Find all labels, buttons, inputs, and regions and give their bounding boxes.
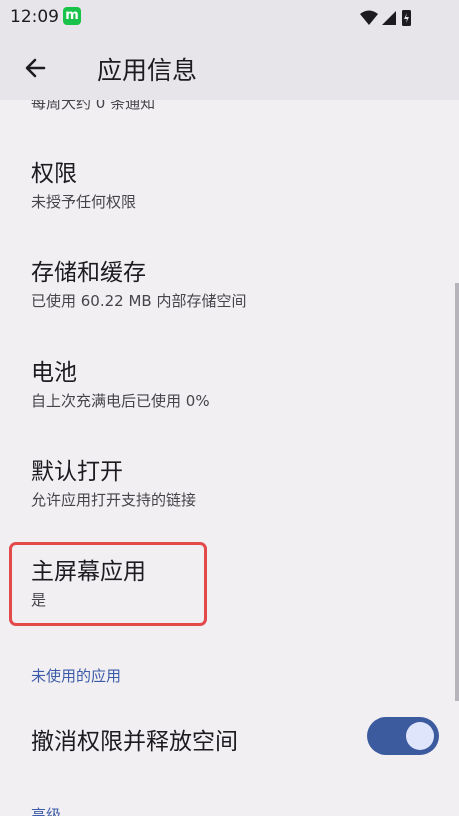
item-title: 权限 — [31, 161, 77, 187]
item-subtitle: 已使用 60.22 MB 内部存储空间 — [31, 292, 247, 310]
signal-icon — [382, 11, 396, 25]
item-title: 存储和缓存 — [31, 260, 146, 286]
section-header-unused-apps: 未使用的应用 — [31, 667, 122, 685]
item-title: 默认打开 — [31, 459, 123, 485]
app-notification-icon: m — [63, 7, 81, 25]
list-item-open-by-default[interactable]: 默认打开 允许应用打开支持的链接 — [31, 458, 196, 510]
list-item-battery[interactable]: 电池 自上次充满电后已使用 0% — [31, 359, 210, 411]
toggle-label: 撤消权限并释放空间 — [31, 729, 238, 755]
page-title: 应用信息 — [97, 56, 198, 85]
item-subtitle: 允许应用打开支持的链接 — [31, 491, 197, 509]
list-item-permissions[interactable]: 权限 未授予任何权限 — [31, 160, 136, 212]
status-time: 12:09 — [10, 7, 59, 27]
section-header-advanced: 高级 — [31, 806, 62, 816]
status-icons — [360, 10, 411, 26]
toggle-knob — [406, 722, 434, 750]
arrow-left-icon[interactable] — [20, 52, 52, 84]
wifi-icon — [360, 10, 378, 25]
notifications-summary[interactable]: 每周大约 0 条通知 — [31, 100, 155, 113]
app-bar: 应用信息 — [0, 34, 459, 100]
item-subtitle: 未授予任何权限 — [31, 193, 137, 211]
list-item-storage[interactable]: 存储和缓存 已使用 60.22 MB 内部存储空间 — [31, 259, 246, 311]
item-title: 电池 — [31, 360, 77, 386]
settings-list: 每周大约 0 条通知 权限 未授予任何权限 存储和缓存 已使用 60.22 MB… — [0, 100, 459, 816]
item-title: 主屏幕应用 — [31, 559, 146, 585]
status-bar: 12:09 m — [0, 0, 459, 34]
list-item-home-app[interactable]: 主屏幕应用 是 — [31, 558, 146, 610]
scrollbar[interactable] — [455, 283, 459, 701]
item-subtitle: 自上次充满电后已使用 0% — [31, 392, 210, 410]
item-subtitle: 是 — [31, 591, 47, 609]
remove-permissions-toggle[interactable] — [367, 717, 439, 755]
remove-permissions-row[interactable]: 撤消权限并释放空间 — [31, 717, 441, 756]
